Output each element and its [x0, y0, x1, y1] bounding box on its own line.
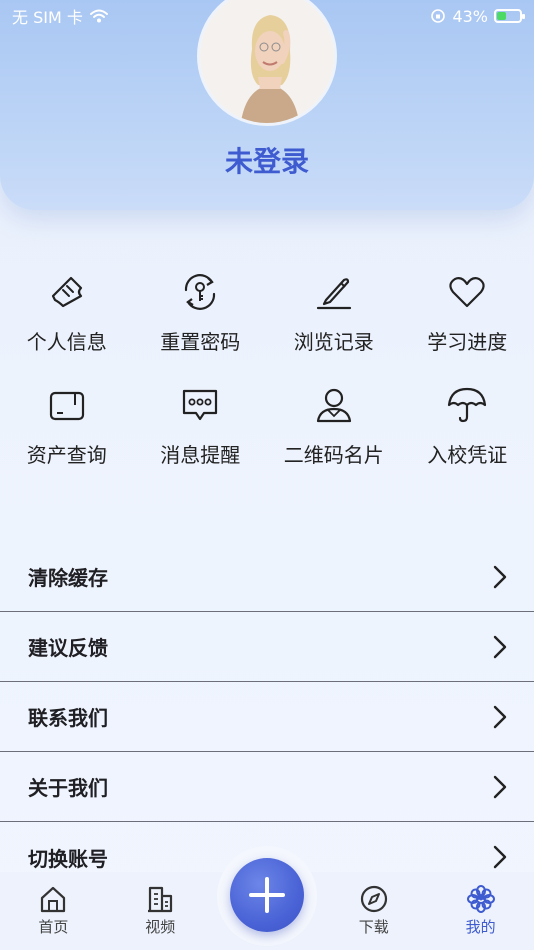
grid-item-study-progress[interactable]: 学习进度 [401, 270, 534, 355]
carrier-label: 无 SIM 卡 [12, 8, 83, 27]
grid-item-personal-info[interactable]: 个人信息 [0, 270, 134, 355]
grid-label: 二维码名片 [283, 443, 384, 467]
settings-list: 清除缓存 建议反馈 联系我们 关于我们 切换账号 [0, 542, 534, 892]
flower-icon [466, 885, 495, 913]
username-label[interactable]: 未登录 [0, 140, 534, 180]
list-item-label: 关于我们 [28, 776, 108, 800]
key-reset-icon [185, 274, 216, 310]
list-item-label: 清除缓存 [28, 566, 108, 590]
feature-grid: 个人信息 重置密码 浏览记录 学习进度 资产查询 消息提醒 二维码名片 入校凭证 [0, 270, 534, 468]
compass-icon [360, 885, 387, 913]
chevron-right-icon [493, 705, 507, 728]
ticket-icon [51, 276, 82, 308]
battery-icon [494, 9, 525, 23]
pen-icon [316, 278, 351, 310]
heart-icon [449, 277, 485, 308]
grid-item-qr-card[interactable]: 二维码名片 [267, 383, 401, 468]
tab-mine[interactable]: 我的 [427, 872, 534, 937]
grid-label: 重置密码 [160, 330, 241, 354]
chevron-right-icon [493, 845, 507, 869]
list-item-clear-cache[interactable]: 清除缓存 [0, 542, 534, 612]
tab-label: 下载 [358, 918, 389, 936]
tab-video[interactable]: 视频 [107, 872, 214, 937]
list-item-about-us[interactable]: 关于我们 [0, 752, 534, 822]
chat-bubble-icon [183, 389, 218, 421]
list-item-contact-us[interactable]: 联系我们 [0, 682, 534, 752]
grid-item-asset-query[interactable]: 资产查询 [0, 383, 134, 468]
battery-percent: 43% [452, 6, 488, 26]
user-icon [316, 388, 351, 423]
grid-item-entry-pass[interactable]: 入校凭证 [401, 383, 534, 468]
orientation-lock-icon [431, 9, 446, 23]
home-icon [41, 886, 66, 913]
grid-item-reset-password[interactable]: 重置密码 [134, 270, 268, 355]
grid-label: 消息提醒 [160, 443, 241, 467]
chevron-right-icon [493, 635, 507, 658]
umbrella-icon [448, 387, 487, 423]
grid-label: 个人信息 [26, 330, 107, 354]
add-button[interactable] [230, 858, 304, 932]
grid-label: 资产查询 [26, 443, 107, 467]
tab-download[interactable]: 下载 [320, 872, 427, 937]
grid-label: 学习进度 [427, 330, 508, 354]
list-item-feedback[interactable]: 建议反馈 [0, 612, 534, 682]
list-item-label: 切换账号 [28, 846, 108, 871]
grid-label: 浏览记录 [293, 330, 374, 354]
plus-icon [249, 877, 285, 913]
list-item-label: 联系我们 [28, 706, 108, 730]
grid-item-browse-history[interactable]: 浏览记录 [267, 270, 401, 355]
tab-label: 视频 [145, 918, 176, 936]
wifi-icon [89, 9, 108, 23]
list-item-label: 建议反馈 [28, 636, 108, 660]
grid-label: 入校凭证 [427, 443, 508, 467]
tab-home[interactable]: 首页 [0, 872, 107, 937]
chevron-right-icon [493, 775, 507, 798]
battery-level [497, 12, 507, 20]
tab-label: 首页 [38, 918, 69, 936]
grid-item-message-reminder[interactable]: 消息提醒 [134, 383, 268, 468]
wallet-icon [49, 391, 84, 421]
tab-label: 我的 [465, 918, 496, 936]
chevron-right-icon [493, 565, 507, 588]
building-icon [148, 886, 173, 913]
